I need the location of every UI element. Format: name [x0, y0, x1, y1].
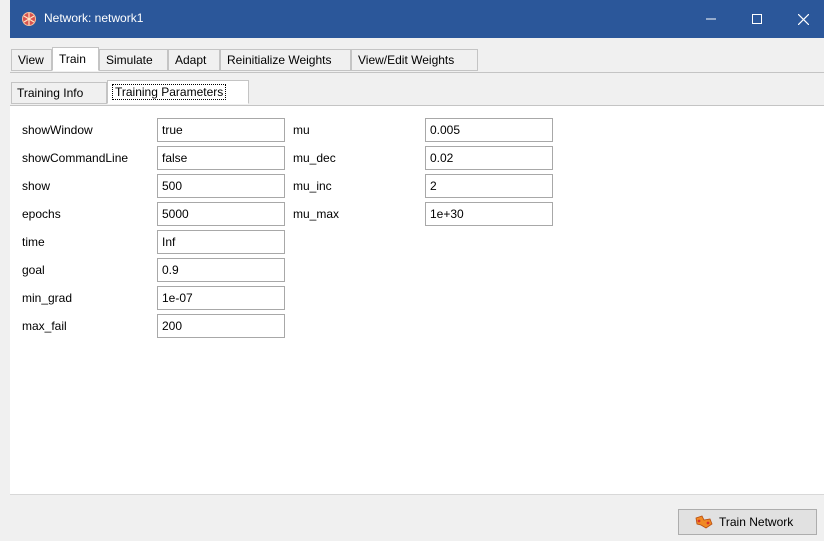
- param-label: mu_max: [293, 207, 340, 221]
- param-field-time[interactable]: [157, 230, 285, 254]
- train-network-label: Train Network: [719, 515, 794, 529]
- network-icon: [695, 515, 713, 529]
- tab-train[interactable]: Train: [52, 47, 99, 71]
- maximize-button[interactable]: [734, 0, 780, 38]
- param-field-mu-max[interactable]: [425, 202, 553, 226]
- training-parameters-panel: showWindow showCommandLine show epochs t…: [10, 106, 824, 494]
- tab-adapt[interactable]: Adapt: [168, 49, 220, 71]
- param-label: epochs: [22, 207, 61, 221]
- param-label: mu: [293, 123, 310, 137]
- param-label: mu_dec: [293, 151, 336, 165]
- tab-simulate[interactable]: Simulate: [99, 49, 168, 71]
- network-window: Network: network1 View Train Simulate Ad…: [10, 0, 824, 541]
- tab-view[interactable]: View: [11, 49, 52, 71]
- title-bar[interactable]: Network: network1: [10, 0, 824, 38]
- param-field-epochs[interactable]: [157, 202, 285, 226]
- tab-view-edit-weights[interactable]: View/Edit Weights: [351, 49, 478, 71]
- param-label: goal: [22, 263, 45, 277]
- param-label: mu_inc: [293, 179, 332, 193]
- tab-training-parameters-label: Training Parameters: [111, 84, 227, 100]
- param-field-mu[interactable]: [425, 118, 553, 142]
- minimize-button[interactable]: [688, 0, 734, 38]
- param-field-max-fail[interactable]: [157, 314, 285, 338]
- window-title: Network: network1: [44, 11, 144, 25]
- train-network-button[interactable]: Train Network: [678, 509, 817, 535]
- param-field-show[interactable]: [157, 174, 285, 198]
- param-field-min-grad[interactable]: [157, 286, 285, 310]
- tab-training-info[interactable]: Training Info: [11, 82, 107, 104]
- param-field-showwindow[interactable]: [157, 118, 285, 142]
- close-icon: [797, 13, 809, 25]
- param-label: time: [22, 235, 45, 249]
- tab-divider: [10, 72, 824, 73]
- action-bar: Train Network: [10, 494, 824, 541]
- param-field-mu-dec[interactable]: [425, 146, 553, 170]
- maximize-icon: [752, 14, 762, 24]
- tab-reinitialize-weights[interactable]: Reinitialize Weights: [220, 49, 351, 71]
- param-field-goal[interactable]: [157, 258, 285, 282]
- close-button[interactable]: [780, 0, 824, 38]
- param-label: show: [22, 179, 51, 193]
- param-label: showWindow: [22, 123, 93, 137]
- param-field-mu-inc[interactable]: [425, 174, 553, 198]
- param-field-showcommandline[interactable]: [157, 146, 285, 170]
- minimize-icon: [706, 18, 716, 20]
- app-icon: [22, 12, 36, 26]
- param-label: max_fail: [22, 319, 67, 333]
- param-label: showCommandLine: [22, 151, 129, 165]
- param-label: min_grad: [22, 291, 73, 305]
- tab-training-parameters[interactable]: Training Parameters: [107, 80, 249, 104]
